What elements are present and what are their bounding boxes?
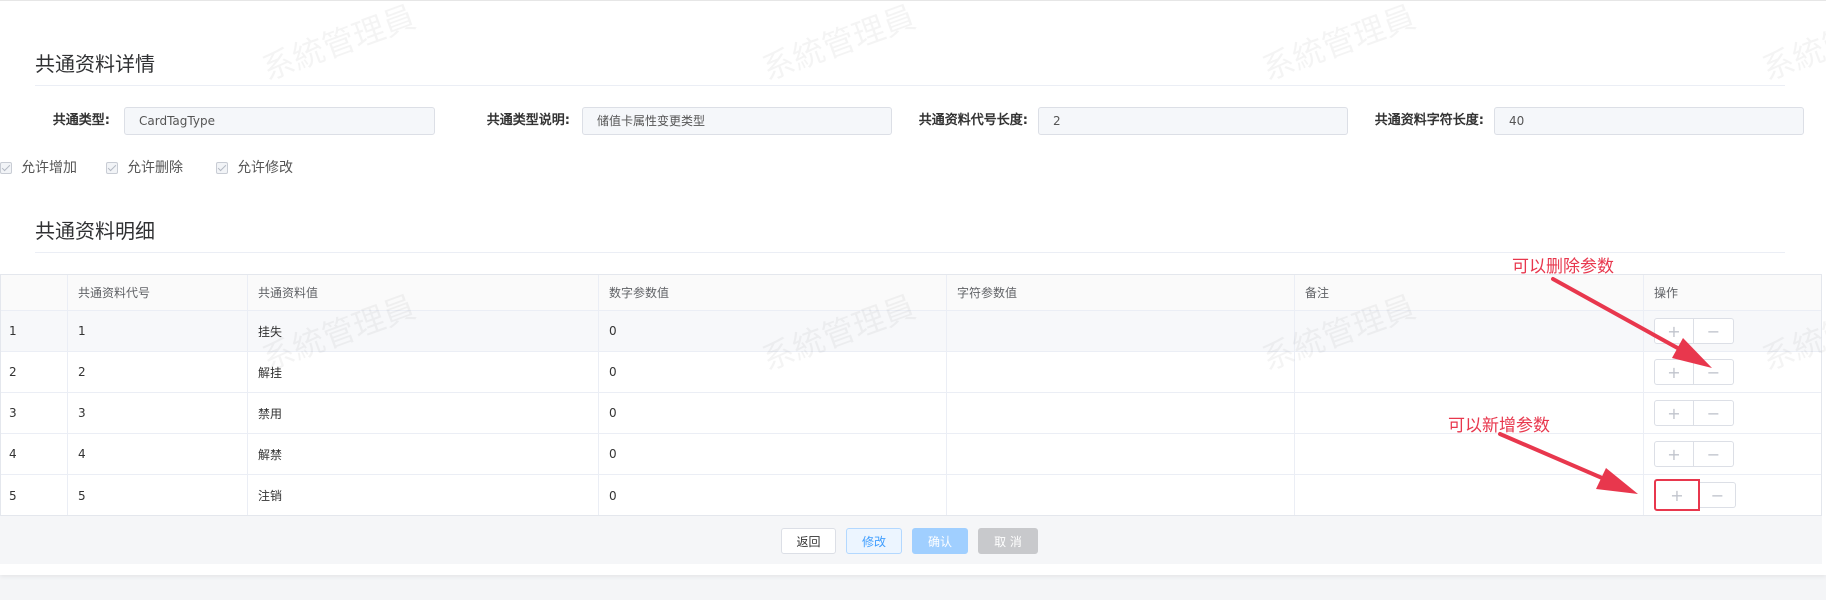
checkbox-label: 允许删除 xyxy=(127,160,183,176)
field-input-char-length[interactable]: 40 xyxy=(1494,107,1804,135)
cell-code: 3 xyxy=(78,406,86,420)
cell-code: 5 xyxy=(78,488,86,503)
table-row: 4 4 解禁 0 + − xyxy=(1,434,1821,475)
checkbox-checked-icon xyxy=(216,162,228,174)
checkbox-label: 允许修改 xyxy=(237,160,293,176)
cell-num-param: 0 xyxy=(609,324,617,338)
column-divider xyxy=(598,275,599,515)
detail-table: 共通资料代号 共通资料值 数字参数值 字符参数值 备注 操作 1 1 挂失 0 … xyxy=(0,274,1822,516)
add-row-button[interactable]: + xyxy=(1654,400,1694,426)
field-label-type-desc: 共通类型说明: xyxy=(486,113,570,128)
field-label-code-length: 共通资料代号长度: xyxy=(918,113,1028,128)
field-input-type-desc[interactable]: 储值卡属性变更类型 xyxy=(582,107,892,135)
row-index: 2 xyxy=(9,365,17,379)
delete-row-button[interactable]: − xyxy=(1694,359,1734,385)
detail-section-divider xyxy=(35,85,1785,86)
checkbox-checked-icon xyxy=(0,162,12,174)
checkbox-label: 允许增加 xyxy=(21,160,77,176)
detail-section-title: 共通资料详情 xyxy=(35,52,155,76)
cell-num-param: 0 xyxy=(609,488,617,503)
column-divider xyxy=(67,275,68,515)
row-index: 3 xyxy=(9,406,17,420)
row-index: 1 xyxy=(9,324,17,338)
cell-value: 解挂 xyxy=(258,365,283,380)
cell-value: 注销 xyxy=(258,489,283,503)
column-header-remark: 备注 xyxy=(1305,286,1330,300)
table-row: 1 1 挂失 0 + − xyxy=(1,311,1821,352)
table-row: 5 5 注销 0 + − xyxy=(1,475,1821,516)
add-hint-annotation: 可以新增参数 xyxy=(1448,416,1550,436)
table-header-row: 共通资料代号 共通资料值 数字参数值 字符参数值 备注 操作 xyxy=(1,275,1821,311)
back-button[interactable]: 返回 xyxy=(781,528,836,554)
add-row-button[interactable]: + xyxy=(1654,318,1694,344)
cell-num-param: 0 xyxy=(609,406,617,420)
delete-hint-annotation: 可以删除参数 xyxy=(1512,257,1614,277)
action-bar xyxy=(0,516,1822,564)
column-header-num-param: 数字参数值 xyxy=(609,286,670,300)
add-row-button[interactable]: + xyxy=(1654,441,1694,467)
checkbox-allow-modify[interactable]: 允许修改 xyxy=(216,160,293,176)
add-row-button[interactable]: + xyxy=(1654,359,1694,385)
column-header-operation: 操作 xyxy=(1654,286,1679,300)
field-input-type[interactable]: CardTagType xyxy=(124,107,435,135)
delete-row-button[interactable]: − xyxy=(1694,318,1734,344)
delete-row-button[interactable]: − xyxy=(1694,441,1734,467)
column-divider xyxy=(1643,275,1644,515)
field-label-char-length: 共通资料字符长度: xyxy=(1374,113,1484,128)
checkbox-allow-add[interactable]: 允许增加 xyxy=(0,160,77,176)
cell-num-param: 0 xyxy=(609,447,617,461)
column-header-value: 共通资料值 xyxy=(258,286,319,300)
field-input-code-length[interactable]: 2 xyxy=(1038,107,1348,135)
cell-code: 4 xyxy=(78,447,86,461)
row-index: 5 xyxy=(9,488,17,503)
cell-code: 1 xyxy=(78,324,86,338)
row-index: 4 xyxy=(9,447,17,461)
cell-code: 2 xyxy=(78,365,86,379)
column-divider xyxy=(946,275,947,515)
delete-row-button[interactable]: − xyxy=(1694,400,1734,426)
column-divider xyxy=(1294,275,1295,515)
cell-num-param: 0 xyxy=(609,365,617,379)
detail-panel: 共通资料详情 共通类型: CardTagType 共通类型说明: 储值卡属性变更… xyxy=(0,0,1826,575)
cell-value: 挂失 xyxy=(258,324,283,339)
column-divider xyxy=(247,275,248,515)
column-header-str-param: 字符参数值 xyxy=(957,286,1018,300)
add-row-button[interactable]: + xyxy=(1654,479,1700,511)
cancel-button[interactable]: 取 消 xyxy=(978,528,1038,554)
checkbox-allow-delete[interactable]: 允许删除 xyxy=(106,160,183,176)
cell-value: 解禁 xyxy=(258,447,283,462)
cell-value: 禁用 xyxy=(258,406,283,421)
edit-button[interactable]: 修改 xyxy=(846,528,902,554)
delete-row-button[interactable]: − xyxy=(1700,482,1736,508)
table-row: 2 2 解挂 0 + − xyxy=(1,352,1821,393)
list-section-title: 共通资料明细 xyxy=(35,219,155,243)
column-header-code: 共通资料代号 xyxy=(78,286,151,300)
checkbox-checked-icon xyxy=(106,162,118,174)
confirm-button[interactable]: 确认 xyxy=(912,528,968,554)
field-label-type: 共通类型: xyxy=(52,113,110,128)
